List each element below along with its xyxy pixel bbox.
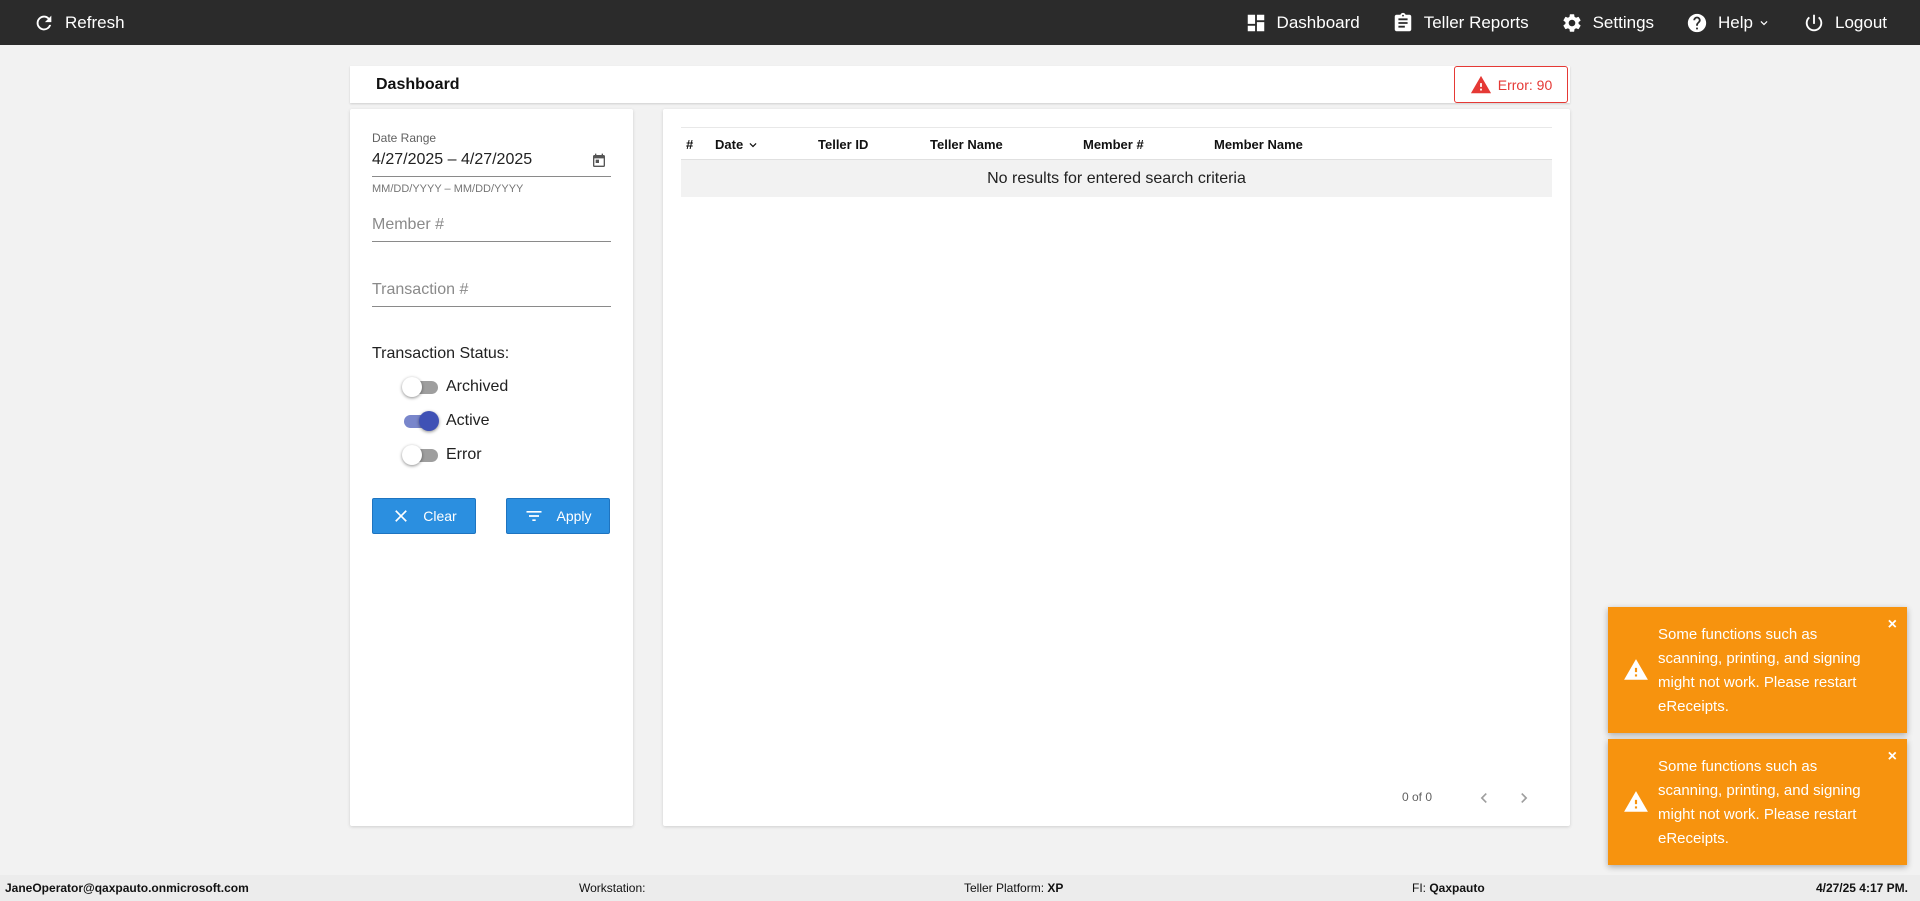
transaction-number-input[interactable]: Transaction # — [372, 277, 611, 307]
toast-close-button[interactable]: × — [1888, 617, 1897, 633]
chevron-right-icon — [1521, 793, 1528, 803]
footer-teller-platform: Teller Platform: XP — [964, 881, 1063, 895]
clear-label: Clear — [423, 508, 457, 524]
top-navigation-bar: Refresh Dashboard Teller Reports Setting… — [0, 0, 1920, 45]
refresh-button[interactable]: Refresh — [33, 0, 125, 45]
workstation-label: Workstation: — [579, 881, 646, 895]
nav-help-label: Help — [1718, 12, 1753, 32]
nav-dashboard-label: Dashboard — [1276, 12, 1360, 32]
status-error-row[interactable]: Error — [402, 445, 482, 465]
error-count-label: Error: 90 — [1497, 76, 1553, 93]
warning-toast: Some functions such as scanning, printin… — [1608, 739, 1907, 865]
footer-datetime: 4/27/25 4:17 PM. — [1815, 881, 1908, 895]
toast-message: Some functions such as scanning, printin… — [1658, 626, 1861, 715]
nav-logout[interactable]: Logout — [1803, 0, 1887, 45]
nav-settings[interactable]: Settings — [1561, 0, 1654, 45]
chevron-down-icon — [1760, 20, 1768, 25]
column-number-label: # — [686, 137, 694, 152]
date-range-input[interactable]: 4/27/2025 – 4/27/2025 — [372, 151, 611, 177]
column-date-label: Date — [715, 137, 744, 152]
transaction-status-title: Transaction Status: — [372, 345, 510, 362]
column-header-member-number: Member # — [1083, 137, 1144, 152]
toast-message: Some functions such as scanning, printin… — [1658, 758, 1861, 847]
fi-value: Qaxpauto — [1429, 881, 1485, 895]
chevron-down-icon — [749, 142, 757, 147]
warning-icon — [1470, 75, 1491, 93]
column-teller-id-label: Teller ID — [818, 137, 869, 152]
date-range-hint: MM/DD/YYYY – MM/DD/YYYY — [372, 183, 524, 195]
footer-workstation: Workstation: — [579, 881, 645, 895]
teller-platform-label: Teller Platform: — [964, 881, 1045, 895]
refresh-icon — [36, 15, 52, 30]
next-page-button[interactable] — [1513, 787, 1535, 809]
nav-teller-reports-label: Teller Reports — [1423, 12, 1529, 32]
member-number-field[interactable]: Member # — [372, 212, 611, 242]
help-icon — [1687, 13, 1707, 32]
teller-platform-value: XP — [1047, 881, 1064, 895]
warning-toast: Some functions such as scanning, printin… — [1608, 607, 1907, 733]
empty-results-row: No results for entered search criteria — [681, 160, 1552, 197]
footer-fi: FI: Qaxpauto — [1412, 881, 1485, 895]
pagination-count: 0 of 0 — [1402, 790, 1433, 804]
filter-panel: Date Range 4/27/2025 – 4/27/2025 MM/DD/Y… — [350, 109, 633, 826]
column-header-teller-id: Teller ID — [818, 137, 868, 152]
column-header-date[interactable]: Date — [715, 137, 760, 152]
active-label: Active — [446, 412, 490, 429]
column-member-number-label: Member # — [1083, 137, 1144, 152]
refresh-label: Refresh — [65, 12, 125, 32]
column-header-member-name: Member Name — [1214, 137, 1303, 152]
date-range-value: 4/27/2025 – 4/27/2025 — [372, 151, 533, 168]
status-active-row[interactable]: Active — [402, 411, 490, 431]
toast-close-button[interactable]: × — [1888, 749, 1897, 765]
archived-label: Archived — [446, 378, 509, 395]
date-range-label: Date Range — [372, 131, 437, 145]
column-teller-name-label: Teller Name — [930, 137, 1003, 152]
active-toggle[interactable] — [402, 411, 439, 431]
status-footer: JaneOperator@qaxpauto.onmicrosoft.com Wo… — [0, 875, 1920, 901]
results-panel: # Date Teller ID Teller Name Member # Me… — [663, 109, 1570, 826]
calendar-icon[interactable] — [591, 153, 607, 169]
nav-logout-label: Logout — [1835, 12, 1887, 32]
power-icon — [1805, 14, 1823, 31]
nav-dashboard[interactable]: Dashboard — [1245, 0, 1360, 45]
apply-button[interactable]: Apply — [506, 498, 610, 534]
error-toggle[interactable] — [402, 445, 438, 465]
dashboard-header: Dashboard Error: 90 — [350, 66, 1570, 103]
nav-help[interactable]: Help — [1686, 0, 1771, 45]
nav-teller-reports[interactable]: Teller Reports — [1392, 0, 1529, 45]
error-label: Error — [446, 446, 482, 463]
column-header-teller-name: Teller Name — [930, 137, 1003, 152]
page-title: Dashboard — [376, 76, 460, 93]
chevron-left-icon — [1480, 793, 1487, 803]
gear-icon — [1563, 13, 1581, 32]
apply-label: Apply — [556, 508, 592, 524]
table-header: # Date Teller ID Teller Name Member # Me… — [681, 127, 1552, 160]
close-icon — [395, 510, 408, 522]
member-number-input[interactable]: Member # — [372, 212, 611, 242]
column-header-number: # — [686, 137, 693, 152]
date-range-field[interactable]: Date Range 4/27/2025 – 4/27/2025 MM/DD/Y… — [372, 131, 611, 195]
dashboard-icon — [1247, 14, 1264, 31]
warning-icon — [1624, 659, 1648, 680]
status-archived-row[interactable]: Archived — [402, 377, 508, 397]
footer-user: JaneOperator@qaxpauto.onmicrosoft.com — [5, 881, 249, 895]
nav-settings-label: Settings — [1592, 12, 1655, 32]
clipboard-icon — [1394, 12, 1411, 31]
transaction-number-field[interactable]: Transaction # — [372, 277, 611, 307]
clear-button[interactable]: Clear — [372, 498, 476, 534]
column-member-name-label: Member Name — [1214, 137, 1303, 152]
warning-icon — [1624, 791, 1648, 812]
filter-icon — [526, 511, 542, 521]
main-nav: Dashboard Teller Reports Settings Help L… — [1245, 0, 1920, 45]
previous-page-button[interactable] — [1473, 787, 1495, 809]
error-count-button[interactable]: Error: 90 — [1454, 66, 1568, 103]
fi-label: FI: — [1412, 881, 1426, 895]
archived-toggle[interactable] — [402, 377, 438, 397]
